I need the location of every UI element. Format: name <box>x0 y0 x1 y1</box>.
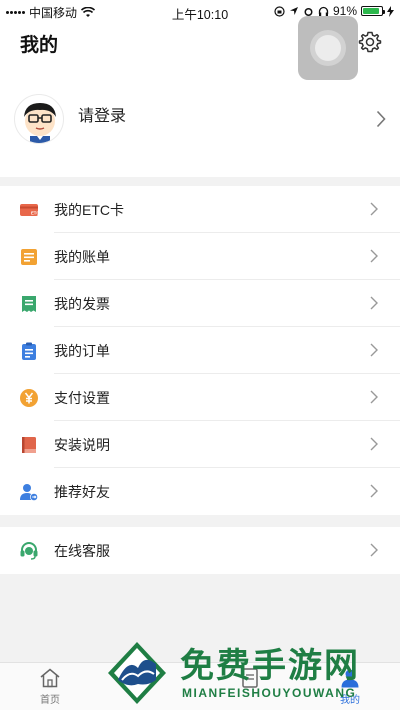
home-icon <box>40 668 60 688</box>
battery-icon <box>361 6 385 16</box>
etc-card-icon: ETC <box>20 204 39 216</box>
chevron-right-icon <box>370 343 378 357</box>
watermark: 免费手游网 MIANFEISHOUYOUWANG <box>100 636 400 710</box>
menu-label: 安装说明 <box>54 437 110 453</box>
chevron-right-icon <box>370 390 378 404</box>
avatar[interactable] <box>14 94 64 144</box>
user-add-icon <box>20 484 38 501</box>
menu-item-bill[interactable]: 我的账单 <box>0 233 400 280</box>
chevron-right-icon <box>370 484 378 498</box>
watermark-subtitle: MIANFEISHOUYOUWANG <box>182 686 357 700</box>
yuan-icon <box>20 389 38 407</box>
headset-icon <box>20 542 38 560</box>
profile-header: 我的 请登录 <box>0 16 400 177</box>
assistive-ring-inner <box>315 35 341 61</box>
menu-label: 我的订单 <box>54 343 110 359</box>
menu-label: 我的ETC卡 <box>54 202 124 218</box>
menu-item-install-guide[interactable]: 安装说明 <box>0 421 400 468</box>
charging-icon <box>387 5 394 17</box>
menu-label: 我的发票 <box>54 296 110 312</box>
menu-item-invoice[interactable]: 我的发票 <box>0 280 400 327</box>
tab-label: 首页 <box>40 695 60 706</box>
menu-list: ETC 我的ETC卡 我的账单 我的发票 我的订单 支付设置 安装说明 推荐好友 <box>0 186 400 515</box>
chevron-right-icon <box>370 437 378 451</box>
invoice-icon <box>22 296 36 312</box>
menu-label: 在线客服 <box>54 543 110 559</box>
page-title: 我的 <box>20 35 59 56</box>
login-label: 请登录 <box>78 108 127 125</box>
bill-icon <box>21 249 37 265</box>
chevron-right-icon <box>370 249 378 263</box>
svg-text:ETC: ETC <box>31 211 39 216</box>
watermark-title: 免费手游网 <box>180 646 360 686</box>
menu-item-online-service[interactable]: 在线客服 <box>0 527 400 574</box>
cartoon-avatar-icon <box>24 103 56 143</box>
headphones-icon <box>318 6 329 16</box>
menu-label: 推荐好友 <box>54 484 110 500</box>
menu-item-payment-settings[interactable]: 支付设置 <box>0 374 400 421</box>
watermark-logo-icon <box>108 642 166 704</box>
menu-label: 支付设置 <box>54 390 110 406</box>
assistive-touch-button[interactable] <box>298 16 358 80</box>
alarm-icon <box>304 7 313 16</box>
login-row[interactable]: 请登录 <box>0 92 400 152</box>
gear-icon[interactable] <box>358 30 382 54</box>
lock-rotation-icon <box>274 5 285 17</box>
book-icon <box>22 437 36 453</box>
menu-item-recommend-friends[interactable]: 推荐好友 <box>0 468 400 515</box>
menu-label: 我的账单 <box>54 249 110 265</box>
tab-home[interactable]: 首页 <box>10 667 90 706</box>
menu-item-etc-card[interactable]: ETC 我的ETC卡 <box>0 186 400 233</box>
chevron-right-icon <box>370 202 378 216</box>
order-icon <box>22 342 36 360</box>
chevron-right-icon <box>370 543 378 557</box>
location-icon <box>289 7 298 15</box>
chevron-right-icon <box>376 110 386 128</box>
chevron-right-icon <box>370 296 378 310</box>
menu-item-order[interactable]: 我的订单 <box>0 327 400 374</box>
service-section: 在线客服 <box>0 527 400 574</box>
